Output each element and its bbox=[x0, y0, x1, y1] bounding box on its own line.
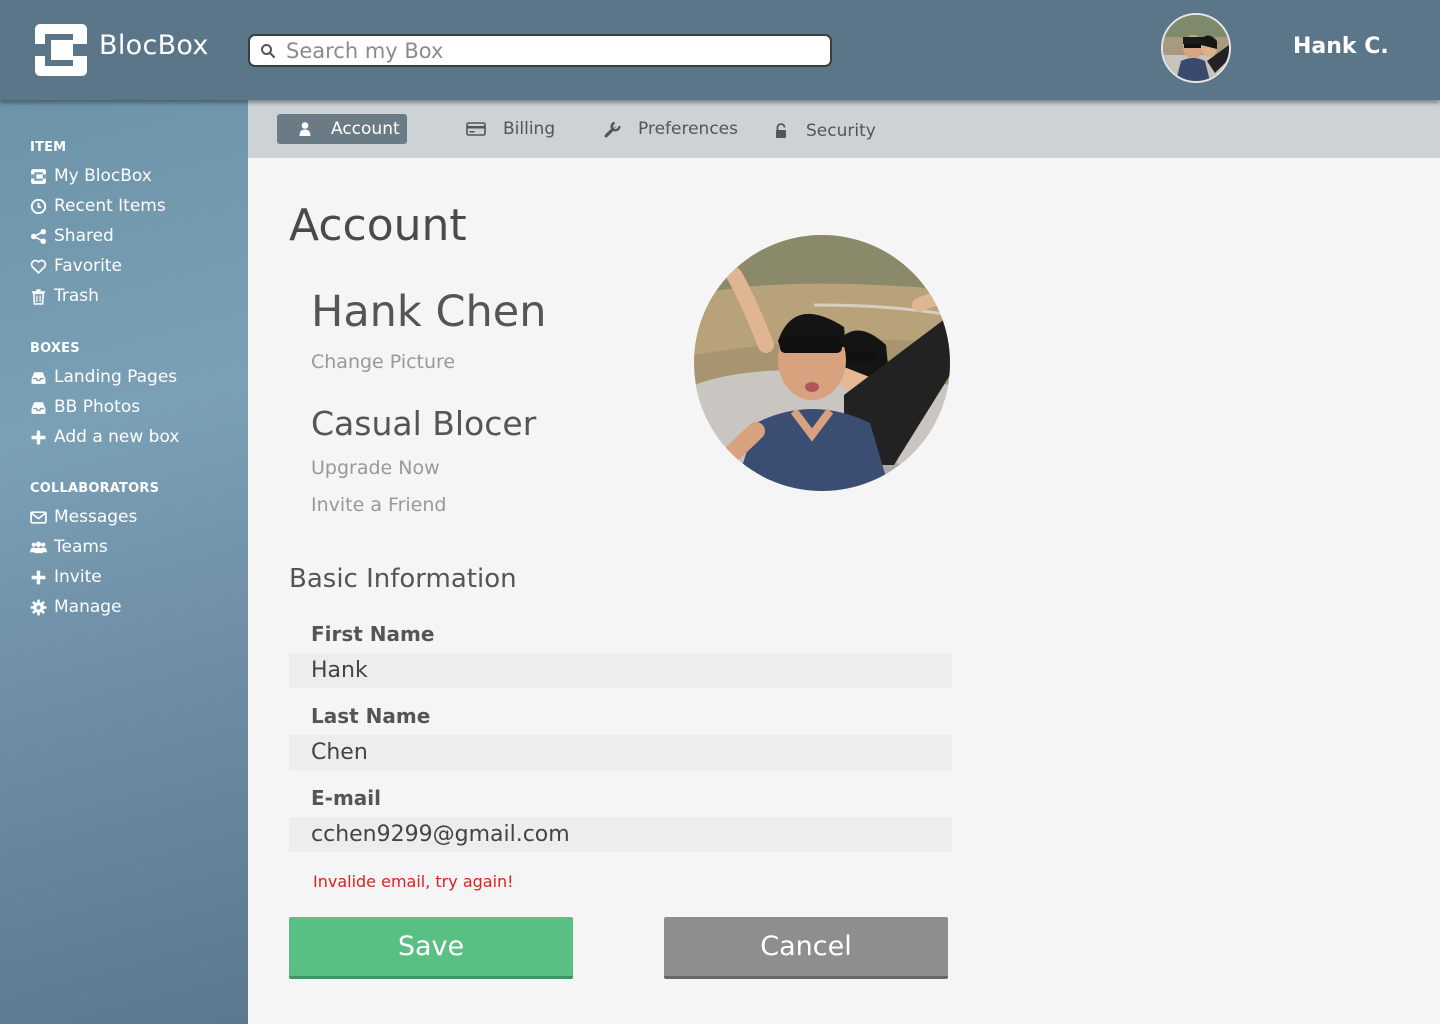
user-avatar[interactable] bbox=[1161, 13, 1231, 83]
sidebar-section-collaborators: COLLABORATORS bbox=[30, 481, 160, 496]
sidebar-item-recent-items[interactable]: Recent Items bbox=[29, 194, 166, 218]
email-field[interactable] bbox=[289, 817, 952, 852]
sidebar-item-label: Recent Items bbox=[54, 196, 166, 216]
first-name-field[interactable] bbox=[289, 653, 952, 688]
tab-label: Billing bbox=[503, 119, 556, 139]
last-name-field[interactable] bbox=[289, 735, 952, 770]
invite-friend-link[interactable]: Invite a Friend bbox=[311, 494, 446, 516]
last-name-label: Last Name bbox=[311, 704, 431, 728]
users-icon bbox=[29, 538, 47, 556]
first-name-label: First Name bbox=[311, 622, 435, 646]
blocbox-logo-icon[interactable] bbox=[35, 24, 87, 76]
wrench-icon bbox=[602, 119, 622, 139]
search-input[interactable] bbox=[286, 37, 816, 64]
sidebar-item-label: Teams bbox=[54, 537, 108, 557]
sidebar-item-landing-pages[interactable]: Landing Pages bbox=[29, 365, 177, 389]
sidebar-item-label: Add a new box bbox=[54, 427, 180, 447]
email-error-message: Invalide email, try again! bbox=[313, 872, 514, 891]
sidebar-item-teams[interactable]: Teams bbox=[29, 535, 108, 559]
sidebar-item-shared[interactable]: Shared bbox=[29, 224, 114, 248]
plus-icon bbox=[29, 428, 47, 446]
credit-card-icon bbox=[466, 119, 486, 139]
sidebar-section-item: ITEM bbox=[30, 140, 67, 155]
user-name[interactable]: Hank C. bbox=[1293, 34, 1389, 59]
sidebar-section-boxes: BOXES bbox=[30, 341, 80, 356]
sidebar-item-label: Manage bbox=[54, 597, 122, 617]
sidebar-item-label: BB Photos bbox=[54, 397, 141, 417]
tab-security[interactable]: Security bbox=[771, 116, 876, 146]
plus-icon bbox=[29, 568, 47, 586]
lock-icon bbox=[771, 121, 791, 141]
sidebar-item-my-blocbox[interactable]: My BlocBox bbox=[29, 164, 152, 188]
top-header: BlocBox Hank C. bbox=[0, 0, 1440, 100]
clock-icon bbox=[29, 197, 47, 215]
share-icon bbox=[29, 227, 47, 245]
sidebar-item-label: My BlocBox bbox=[54, 166, 152, 186]
tab-account[interactable]: Account bbox=[277, 114, 407, 144]
app-name: BlocBox bbox=[99, 30, 209, 61]
sidebar: ITEM My BlocBox Recent Items Shared Favo… bbox=[0, 100, 248, 1024]
sidebar-item-manage[interactable]: Manage bbox=[29, 595, 122, 619]
sidebar-item-label: Invite bbox=[54, 567, 102, 587]
sidebar-item-add-new-box[interactable]: Add a new box bbox=[29, 425, 179, 449]
sidebar-item-favorite[interactable]: Favorite bbox=[29, 254, 122, 278]
user-icon bbox=[295, 119, 315, 139]
upgrade-now-link[interactable]: Upgrade Now bbox=[311, 457, 440, 479]
settings-tab-bar: Account Billing Preferences Security bbox=[248, 100, 1440, 158]
sidebar-item-trash[interactable]: Trash bbox=[29, 284, 99, 308]
gear-icon bbox=[29, 598, 47, 616]
inbox-icon bbox=[29, 368, 47, 386]
search-bar[interactable] bbox=[248, 34, 832, 67]
page-title: Account bbox=[289, 200, 467, 251]
tab-label: Preferences bbox=[638, 119, 738, 139]
account-plan-name: Casual Blocer bbox=[311, 404, 537, 443]
basic-information-heading: Basic Information bbox=[289, 564, 517, 594]
profile-full-name: Hank Chen bbox=[311, 287, 547, 337]
sidebar-item-messages[interactable]: Messages bbox=[29, 505, 137, 529]
save-button[interactable]: Save bbox=[289, 917, 573, 976]
profile-picture bbox=[694, 235, 950, 491]
sidebar-item-label: Favorite bbox=[54, 256, 122, 276]
tab-billing[interactable]: Billing bbox=[466, 114, 555, 144]
change-picture-link[interactable]: Change Picture bbox=[311, 351, 455, 373]
sidebar-item-invite[interactable]: Invite bbox=[29, 565, 102, 589]
sidebar-item-label: Shared bbox=[54, 226, 114, 246]
envelope-icon bbox=[29, 508, 47, 526]
sidebar-item-label: Messages bbox=[54, 507, 138, 527]
cancel-button[interactable]: Cancel bbox=[664, 917, 948, 976]
tab-preferences[interactable]: Preferences bbox=[602, 114, 738, 144]
tab-label: Account bbox=[331, 119, 400, 139]
heart-icon bbox=[29, 257, 47, 275]
sidebar-item-label: Trash bbox=[54, 286, 99, 306]
inbox-icon bbox=[29, 398, 47, 416]
trash-icon bbox=[29, 287, 47, 305]
sidebar-item-label: Landing Pages bbox=[54, 367, 178, 387]
sidebar-item-bb-photos[interactable]: BB Photos bbox=[29, 395, 140, 419]
blocbox-icon bbox=[29, 167, 47, 185]
search-icon bbox=[261, 44, 276, 59]
email-label: E-mail bbox=[311, 786, 382, 810]
tab-label: Security bbox=[806, 121, 876, 141]
